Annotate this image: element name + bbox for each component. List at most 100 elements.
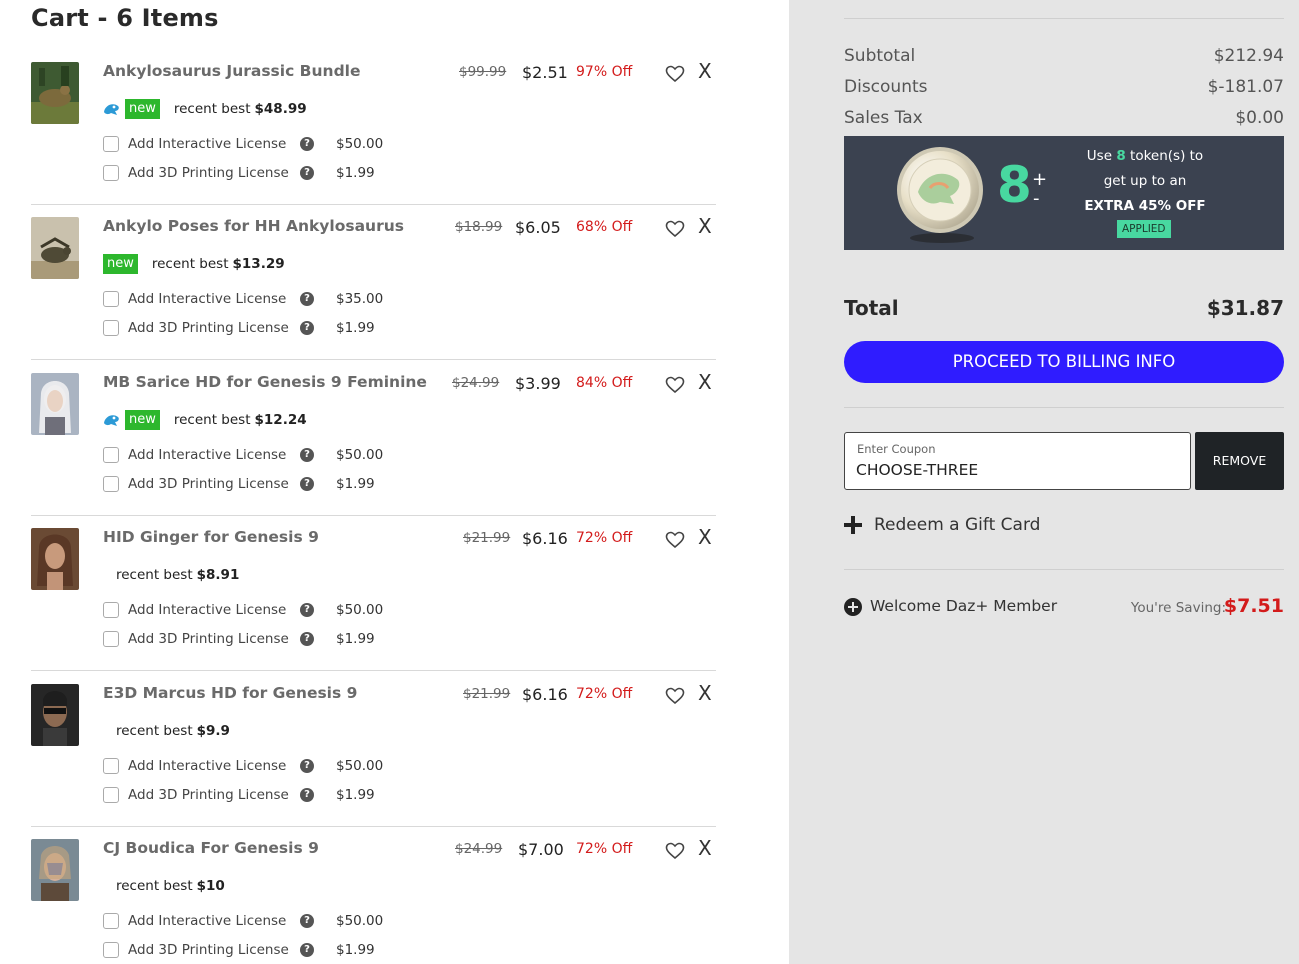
order-summary-panel: Subtotal $212.94 Discounts $-181.07 Sale… bbox=[789, 0, 1299, 964]
license-checkbox[interactable] bbox=[103, 136, 119, 152]
help-icon[interactable]: ? bbox=[300, 166, 314, 180]
remove-item-button[interactable]: X bbox=[698, 370, 712, 394]
license-label: Add 3D Printing License bbox=[128, 165, 289, 181]
license-price: $1.99 bbox=[336, 476, 375, 492]
token-increment-button[interactable]: + bbox=[1032, 169, 1047, 190]
license-checkbox[interactable] bbox=[103, 758, 119, 774]
ankylosaurus-thumbnail[interactable] bbox=[31, 217, 79, 279]
character-portrait-thumbnail[interactable] bbox=[31, 528, 79, 590]
help-icon[interactable]: ? bbox=[300, 632, 314, 646]
heart-icon[interactable] bbox=[665, 64, 685, 84]
help-icon[interactable]: ? bbox=[300, 943, 314, 957]
product-name[interactable]: Ankylosaurus Jurassic Bundle bbox=[103, 62, 360, 80]
product-name[interactable]: MB Sarice HD for Genesis 9 Feminine bbox=[103, 373, 427, 391]
total-row: Total $31.87 bbox=[844, 296, 1284, 320]
recent-best-row: recent best $8.91 bbox=[116, 564, 239, 586]
remove-item-button[interactable]: X bbox=[698, 214, 712, 238]
help-icon[interactable]: ? bbox=[300, 292, 314, 306]
help-icon[interactable]: ? bbox=[300, 788, 314, 802]
heart-icon[interactable] bbox=[665, 375, 685, 395]
product-name[interactable]: E3D Marcus HD for Genesis 9 bbox=[103, 684, 357, 702]
help-icon[interactable]: ? bbox=[300, 321, 314, 335]
remove-item-button[interactable]: X bbox=[698, 525, 712, 549]
recent-best-value: $48.99 bbox=[254, 101, 307, 117]
character-portrait-thumbnail[interactable] bbox=[31, 684, 79, 746]
license-price: $1.99 bbox=[336, 320, 375, 336]
heart-icon[interactable] bbox=[665, 686, 685, 706]
recent-best-value: $8.91 bbox=[196, 567, 240, 583]
heart-icon[interactable] bbox=[665, 219, 685, 239]
product-name[interactable]: Ankylo Poses for HH Ankylosaurus bbox=[103, 217, 404, 235]
subtotal-row: Subtotal $212.94 bbox=[844, 46, 1284, 66]
token-decrement-button[interactable]: - bbox=[1033, 188, 1040, 209]
cart-item: CJ Boudica For Genesis 9 $24.99 $7.00 72% O… bbox=[31, 827, 716, 964]
daz-original-icon bbox=[103, 413, 121, 427]
license-checkbox[interactable] bbox=[103, 447, 119, 463]
license-checkbox[interactable] bbox=[103, 942, 119, 958]
license-option: Add 3D Printing License? $1.99 bbox=[103, 474, 375, 494]
recent-best-value: $10 bbox=[196, 878, 225, 894]
license-label: Add 3D Printing License bbox=[128, 631, 289, 647]
product-name[interactable]: CJ Boudica For Genesis 9 bbox=[103, 839, 319, 857]
license-price: $50.00 bbox=[336, 602, 384, 618]
remove-item-button[interactable]: X bbox=[698, 836, 712, 860]
recent-best-label: recent best bbox=[173, 412, 251, 428]
coupon-remove-button[interactable]: REMOVE bbox=[1195, 432, 1284, 490]
remove-item-button[interactable]: X bbox=[698, 681, 712, 705]
license-checkbox[interactable] bbox=[103, 631, 119, 647]
license-checkbox[interactable] bbox=[103, 476, 119, 492]
license-label: Add 3D Printing License bbox=[128, 787, 289, 803]
redeem-gift-card-link[interactable]: Redeem a Gift Card bbox=[844, 515, 1040, 535]
license-checkbox[interactable] bbox=[103, 291, 119, 307]
member-row: Welcome Daz+ Member You're Saving: $7.51 bbox=[844, 595, 1284, 620]
remove-item-button[interactable]: X bbox=[698, 59, 712, 83]
product-name[interactable]: HID Ginger for Genesis 9 bbox=[103, 528, 319, 546]
recent-best-value: $9.9 bbox=[196, 723, 230, 739]
license-price: $50.00 bbox=[336, 913, 384, 929]
license-checkbox[interactable] bbox=[103, 165, 119, 181]
discount-percent: 72% Off bbox=[576, 841, 633, 857]
license-checkbox[interactable] bbox=[103, 913, 119, 929]
help-icon[interactable]: ? bbox=[300, 759, 314, 773]
help-icon[interactable]: ? bbox=[300, 137, 314, 151]
cart-item: E3D Marcus HD for Genesis 9 $21.99 $6.16 72… bbox=[31, 672, 716, 827]
discount-percent: 68% Off bbox=[576, 219, 633, 235]
sales-tax-row: Sales Tax $0.00 bbox=[844, 108, 1284, 128]
coupon-value[interactable]: CHOOSE-THREE bbox=[856, 461, 978, 479]
total-label: Total bbox=[844, 296, 899, 320]
license-label: Add Interactive License bbox=[128, 136, 287, 152]
subtotal-label: Subtotal bbox=[844, 46, 916, 66]
license-label: Add Interactive License bbox=[128, 291, 287, 307]
license-price: $1.99 bbox=[336, 631, 375, 647]
cart-title: Cart - 6 Items bbox=[31, 4, 219, 32]
help-icon[interactable]: ? bbox=[300, 914, 314, 928]
original-price: $24.99 bbox=[455, 841, 503, 857]
heart-icon[interactable] bbox=[665, 530, 685, 550]
discount-percent: 97% Off bbox=[576, 64, 633, 80]
recent-best-row: recent best $10 bbox=[116, 875, 225, 897]
help-icon[interactable]: ? bbox=[300, 603, 314, 617]
help-icon[interactable]: ? bbox=[300, 448, 314, 462]
subtotal-value: $212.94 bbox=[1213, 46, 1284, 66]
recent-best-label: recent best bbox=[116, 723, 193, 739]
plus-circle-icon[interactable] bbox=[844, 598, 862, 616]
help-icon[interactable]: ? bbox=[300, 477, 314, 491]
discounts-label: Discounts bbox=[844, 77, 928, 97]
discounts-value: $-181.07 bbox=[1207, 77, 1284, 97]
license-option: Add Interactive License? $50.00 bbox=[103, 756, 383, 776]
proceed-to-billing-button[interactable]: PROCEED TO BILLING INFO bbox=[844, 341, 1284, 383]
recent-best-label: recent best bbox=[173, 101, 251, 117]
license-price: $1.99 bbox=[336, 942, 375, 958]
dinosaur-bundle-thumbnail[interactable] bbox=[31, 62, 79, 124]
coupon-field[interactable]: Enter Coupon CHOOSE-THREE bbox=[844, 432, 1191, 490]
discounts-row: Discounts $-181.07 bbox=[844, 77, 1284, 97]
license-label: Add 3D Printing License bbox=[128, 476, 289, 492]
license-checkbox[interactable] bbox=[103, 320, 119, 336]
character-portrait-thumbnail[interactable] bbox=[31, 839, 79, 901]
license-checkbox[interactable] bbox=[103, 602, 119, 618]
license-checkbox[interactable] bbox=[103, 787, 119, 803]
discount-percent: 72% Off bbox=[576, 686, 633, 702]
token-offer-count: 8 bbox=[1116, 148, 1126, 164]
heart-icon[interactable] bbox=[665, 841, 685, 861]
character-portrait-thumbnail[interactable] bbox=[31, 373, 79, 435]
